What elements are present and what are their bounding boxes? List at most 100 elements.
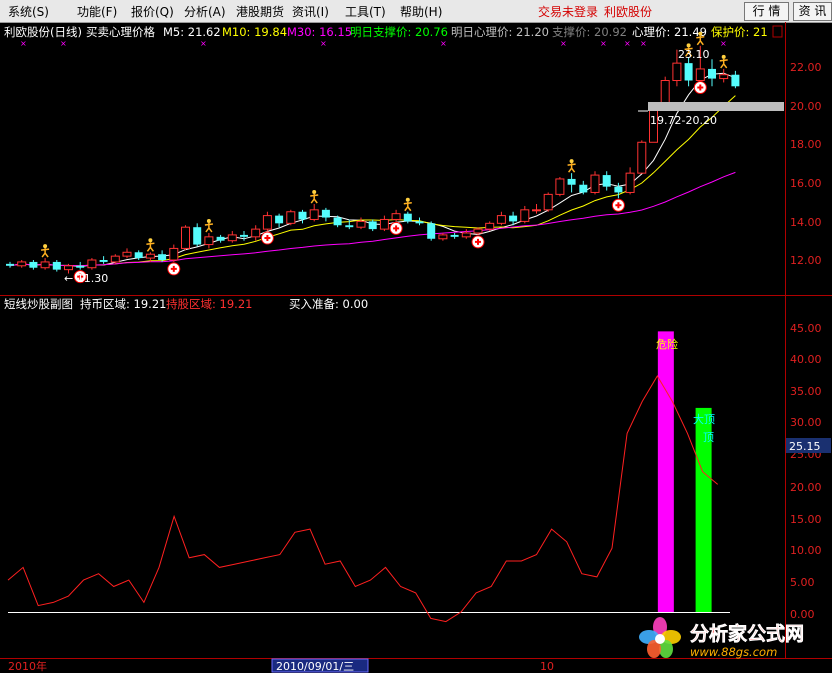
protect-price-label: 保护价: 21 xyxy=(711,25,768,39)
ma5-label: M5: 21.62 xyxy=(163,25,221,39)
sub-y-tick: 0.00 xyxy=(790,608,815,621)
figure-icon-body xyxy=(719,58,728,69)
menu-analysis[interactable]: 分析(A) xyxy=(184,3,226,20)
figure-icon xyxy=(148,238,153,243)
candle-body xyxy=(602,175,611,187)
candle-body xyxy=(625,172,635,193)
main-y-tick: 14.00 xyxy=(790,216,822,229)
candle-body xyxy=(450,234,459,237)
candle-body xyxy=(520,209,530,222)
menu-info[interactable]: 资讯(I) xyxy=(292,3,329,20)
candle-body xyxy=(99,260,108,262)
next-day-psych-label: 明日心理价: 21.20 xyxy=(451,25,549,39)
main-y-tick: 18.00 xyxy=(790,138,822,151)
candle-body xyxy=(438,234,448,240)
figure-icon xyxy=(721,54,726,59)
menu-function[interactable]: 功能(F) xyxy=(77,3,117,20)
candle-body xyxy=(672,62,682,82)
menu-hk-futures[interactable]: 港股期货 xyxy=(236,3,284,20)
ma30-label: M30: 16.15 xyxy=(287,25,352,39)
main-y-tick: 16.00 xyxy=(790,177,822,190)
info-button[interactable]: 资 讯 xyxy=(793,2,832,21)
menu-quote[interactable]: 报价(Q) xyxy=(131,3,174,20)
x-marker: × xyxy=(60,39,67,48)
candle-body xyxy=(275,215,284,224)
buy-ready-label: 买入准备: 0.00 xyxy=(289,297,368,311)
menu-stock-name: 利欧股份 xyxy=(604,5,653,19)
candle-body xyxy=(181,226,190,249)
figure-icon-body xyxy=(41,248,50,258)
candle-body xyxy=(391,213,401,220)
sub-y-tick: 10.00 xyxy=(790,544,822,557)
candle-body xyxy=(543,193,553,211)
menu-bar: 系统(S) 功能(F) 报价(Q) 分析(A) 港股期货 资讯(I) 工具(T)… xyxy=(0,0,832,23)
ma5-line xyxy=(9,72,736,268)
x-marker: × xyxy=(440,39,447,48)
figure-icon-body xyxy=(146,242,155,252)
high-price-label: 23.10 xyxy=(678,48,710,61)
candle-body xyxy=(345,225,354,228)
support-zone-bar xyxy=(648,102,784,111)
candle-body xyxy=(473,228,483,234)
candle-body xyxy=(684,63,693,81)
candle-body xyxy=(216,236,225,241)
x-marker: × xyxy=(624,39,631,48)
candle-body xyxy=(485,222,495,230)
menu-tools[interactable]: 工具(T) xyxy=(345,3,386,20)
menu-help[interactable]: 帮助(H) xyxy=(400,3,442,20)
candlestick-series xyxy=(6,45,740,274)
main-chart-title: 利欧股份(日线) xyxy=(4,25,82,39)
psych-price-label: 心理价: 21.49 xyxy=(632,25,707,39)
candle-body xyxy=(204,236,214,246)
figure-icon-body xyxy=(403,201,412,212)
hold-zone-label: 持股区域: 19.21 xyxy=(166,297,252,311)
candle-body xyxy=(731,74,740,87)
menu-system[interactable]: 系统(S) xyxy=(8,3,49,20)
x-marker: × xyxy=(200,39,207,48)
oscillator-series xyxy=(7,375,719,623)
moving-average-lines xyxy=(9,72,736,268)
figure-icon-body xyxy=(696,35,705,46)
time-axis xyxy=(0,659,832,673)
candle-body xyxy=(52,261,61,270)
candle-body xyxy=(614,186,623,193)
x-marker: × xyxy=(20,39,27,48)
candle-body xyxy=(6,263,14,266)
candle-body xyxy=(356,220,366,228)
x-marker: × xyxy=(560,39,567,48)
candle-body xyxy=(695,68,705,82)
trade-login-status[interactable]: 交易未登录 xyxy=(538,3,598,20)
sub-y-tick: 5.00 xyxy=(790,576,815,589)
danger-label: 危险 xyxy=(656,337,678,351)
candle-body xyxy=(298,211,307,220)
candle-body xyxy=(567,178,576,185)
chart-area[interactable]: 利欧股份(日线) 买卖心理价格 M5: 21.62 M10: 19.84 M30… xyxy=(0,22,832,673)
panel-toggle-icon[interactable] xyxy=(772,25,783,38)
quote-button[interactable]: 行 情 xyxy=(744,2,789,21)
x-marker: × xyxy=(640,39,647,48)
candle-body xyxy=(321,209,330,218)
candle-body xyxy=(333,217,342,226)
main-y-axis: 22.00 20.00 18.00 16.00 14.00 12.00 xyxy=(790,61,822,267)
sub-y-tick: 20.00 xyxy=(790,481,822,494)
candle-body xyxy=(579,184,588,193)
watermark-url: www.88gs.com xyxy=(690,645,777,659)
watermark-brand: 分析家公式网 xyxy=(690,622,804,645)
current-value-text: 25.15 xyxy=(789,440,821,453)
candle-body xyxy=(637,141,647,174)
candle-body xyxy=(193,227,202,245)
low-price-label: ← 11.30 xyxy=(64,272,108,285)
figure-icon xyxy=(43,244,48,249)
figure-icon-body xyxy=(204,222,213,233)
signal-bars xyxy=(657,331,712,612)
main-chart-header: 利欧股份(日线) 买卖心理价格 M5: 21.62 M10: 19.84 M30… xyxy=(4,25,768,39)
candle-body xyxy=(532,209,541,212)
next-day-support-label: 明日支撑价: 20.76 xyxy=(350,25,448,39)
top2-label: 顶 xyxy=(703,431,714,444)
sub-y-tick: 35.00 xyxy=(790,385,822,398)
sub-y-tick: 40.00 xyxy=(790,353,822,366)
sub-y-tick: 15.00 xyxy=(790,513,822,526)
support-zone-label: 19.72-20.20 xyxy=(650,114,717,127)
cursor-date-label: 2010/09/01/三 xyxy=(276,660,354,673)
figure-icon-body xyxy=(310,194,319,204)
